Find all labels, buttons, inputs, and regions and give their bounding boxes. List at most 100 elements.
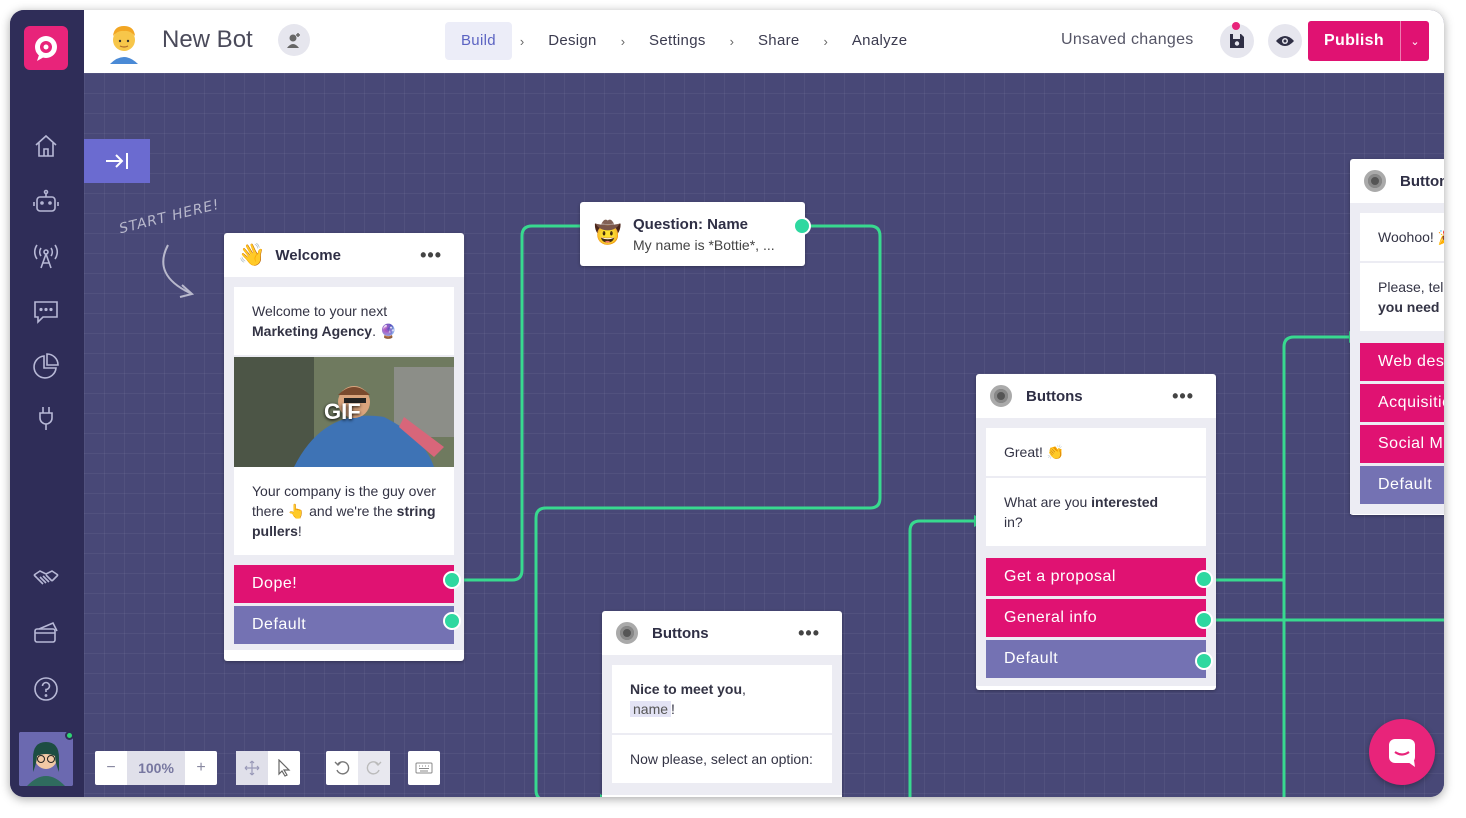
redo-icon bbox=[366, 761, 382, 775]
connector-port[interactable] bbox=[1195, 570, 1213, 588]
chevron-right-icon: › bbox=[729, 33, 734, 49]
curved-arrow-icon bbox=[162, 244, 195, 298]
crystal-ball-icon: 🔮 bbox=[379, 323, 398, 339]
select-mode-button[interactable] bbox=[268, 751, 300, 785]
step-settings[interactable]: Settings bbox=[633, 22, 722, 60]
general-info-button[interactable]: General info bbox=[986, 599, 1206, 637]
more-options-icon[interactable]: ••• bbox=[1172, 386, 1194, 407]
sidebar bbox=[10, 10, 84, 797]
app-logo[interactable] bbox=[24, 26, 68, 70]
collapse-panel-button[interactable] bbox=[84, 139, 150, 183]
connector-to-right-buttons bbox=[908, 519, 974, 797]
zoom-level: 100% bbox=[127, 751, 185, 785]
welcome-message-1[interactable]: Welcome to your next Marketing Agency. 🔮 bbox=[234, 287, 454, 355]
chat-icon[interactable] bbox=[28, 293, 64, 329]
broadcast-icon[interactable] bbox=[28, 238, 64, 274]
handshake-icon[interactable] bbox=[28, 560, 64, 596]
connector-port[interactable] bbox=[1195, 611, 1213, 629]
social-media-button[interactable]: Social Me bbox=[1360, 425, 1444, 463]
analytics-icon[interactable] bbox=[28, 348, 64, 384]
buttons-card-interest[interactable]: Buttons ••• Great! 👏 What are you intere… bbox=[976, 374, 1216, 690]
message-text: What are you bbox=[1004, 494, 1088, 510]
connector-port[interactable] bbox=[443, 612, 461, 630]
select-option-message[interactable]: Now please, select an option: bbox=[612, 735, 832, 783]
message-bold-text: you need h bbox=[1378, 299, 1444, 315]
bot-face-icon: 🤠 bbox=[594, 220, 622, 245]
party-popper-icon: 🎉 bbox=[1438, 229, 1444, 245]
user-avatar[interactable] bbox=[19, 732, 73, 786]
message-text: ! bbox=[671, 701, 675, 717]
default-button[interactable]: Default bbox=[234, 606, 454, 644]
web-design-button[interactable]: Web desi bbox=[1360, 343, 1444, 381]
please-tell-message[interactable]: Please, tell you need h bbox=[1360, 263, 1444, 331]
publish-label[interactable]: Publish bbox=[1308, 21, 1400, 61]
keyboard-icon bbox=[415, 762, 433, 774]
welcome-message-2[interactable]: Your company is the guy over there 👆 and… bbox=[234, 467, 454, 555]
undo-button[interactable] bbox=[326, 751, 358, 785]
buttons-card-header[interactable]: Button bbox=[1350, 159, 1444, 203]
interest-question-message[interactable]: What are you interested in? bbox=[986, 478, 1206, 546]
buttons-card-body: Woohoo! 🎉 Please, tell you need h Web de… bbox=[1350, 203, 1444, 514]
connector-port[interactable] bbox=[443, 571, 461, 589]
step-build[interactable]: Build bbox=[445, 22, 512, 60]
chevron-right-icon: › bbox=[823, 33, 828, 49]
preview-button[interactable] bbox=[1268, 24, 1302, 58]
chevron-right-icon: › bbox=[519, 33, 525, 49]
zoom-in-button[interactable]: + bbox=[185, 751, 217, 785]
welcome-card[interactable]: 👋 Welcome ••• Welcome to your next Marke… bbox=[224, 233, 464, 661]
default-button[interactable]: Default bbox=[1360, 466, 1444, 504]
redo-button[interactable] bbox=[358, 751, 390, 785]
help-icon[interactable] bbox=[28, 671, 64, 707]
online-status-dot bbox=[65, 731, 74, 740]
bot-name[interactable]: New Bot bbox=[162, 26, 253, 54]
question-name-card[interactable]: 🤠 Question: Name My name is *Bottie*, ..… bbox=[580, 202, 805, 266]
message-text: Please, tell bbox=[1378, 279, 1444, 295]
buttons-card-name-reply[interactable]: Buttons ••• Nice to meet you, name! Now … bbox=[602, 611, 842, 797]
question-card-title: Question: Name bbox=[633, 216, 749, 233]
plug-icon[interactable] bbox=[28, 400, 64, 436]
chevron-down-icon[interactable]: ⌄ bbox=[1400, 21, 1429, 61]
question-card-subtitle: My name is *Bottie*, ... bbox=[633, 237, 775, 253]
pan-mode-button[interactable] bbox=[236, 751, 268, 785]
dope-button[interactable]: Dope! bbox=[234, 565, 454, 603]
add-user-icon bbox=[287, 33, 300, 48]
name-variable-tag[interactable]: name bbox=[630, 701, 672, 717]
connector-proposal-far bbox=[1205, 335, 1349, 582]
welcome-card-header[interactable]: 👋 Welcome ••• bbox=[224, 233, 464, 277]
acquisition-button[interactable]: Acquisitio bbox=[1360, 384, 1444, 422]
default-button[interactable]: Default bbox=[986, 640, 1206, 678]
flow-canvas[interactable]: START HERE! 👋 Welcome ••• Welcome to you… bbox=[84, 73, 1444, 797]
undo-icon bbox=[334, 761, 350, 775]
publish-button[interactable]: Publish ⌄ bbox=[1308, 21, 1429, 61]
zoom-out-button[interactable]: − bbox=[95, 751, 127, 785]
connector-port[interactable] bbox=[793, 217, 811, 235]
buttons-card-title: Buttons bbox=[652, 624, 709, 642]
gif-image[interactable]: GIF bbox=[234, 357, 454, 467]
add-collaborator-button[interactable] bbox=[278, 24, 310, 56]
buttons-card-services[interactable]: Button Woohoo! 🎉 Please, tell you need h… bbox=[1350, 159, 1444, 515]
nice-to-meet-you-message[interactable]: Nice to meet you, name! bbox=[612, 665, 832, 733]
get-a-proposal-button[interactable]: Get a proposal bbox=[986, 558, 1206, 596]
great-message[interactable]: Great! 👏 bbox=[986, 428, 1206, 476]
home-icon[interactable] bbox=[28, 128, 64, 164]
buttons-card-header[interactable]: Buttons ••• bbox=[976, 374, 1216, 418]
more-options-icon[interactable]: ••• bbox=[420, 245, 442, 266]
step-share[interactable]: Share bbox=[742, 22, 816, 60]
connector-port[interactable] bbox=[1195, 652, 1213, 670]
billing-icon[interactable] bbox=[28, 616, 64, 652]
message-bold-text: Marketing Agency bbox=[252, 323, 373, 339]
bot-avatar-icon[interactable] bbox=[104, 20, 144, 64]
clapping-hands-icon: 👏 bbox=[1046, 444, 1065, 460]
buttons-card-header[interactable]: Buttons ••• bbox=[602, 611, 842, 655]
support-chat-button[interactable] bbox=[1369, 719, 1435, 785]
bot-icon[interactable] bbox=[28, 184, 64, 220]
cursor-icon bbox=[278, 759, 291, 777]
zoom-controls: − 100% + bbox=[95, 751, 217, 785]
step-analyze[interactable]: Analyze bbox=[836, 22, 923, 60]
step-design[interactable]: Design bbox=[532, 22, 613, 60]
woohoo-message[interactable]: Woohoo! 🎉 bbox=[1360, 213, 1444, 261]
message-bold-text: interested bbox=[1091, 494, 1159, 510]
connector-dope-question bbox=[454, 224, 580, 582]
more-options-icon[interactable]: ••• bbox=[798, 623, 820, 644]
keyboard-shortcuts-button[interactable] bbox=[408, 751, 440, 785]
